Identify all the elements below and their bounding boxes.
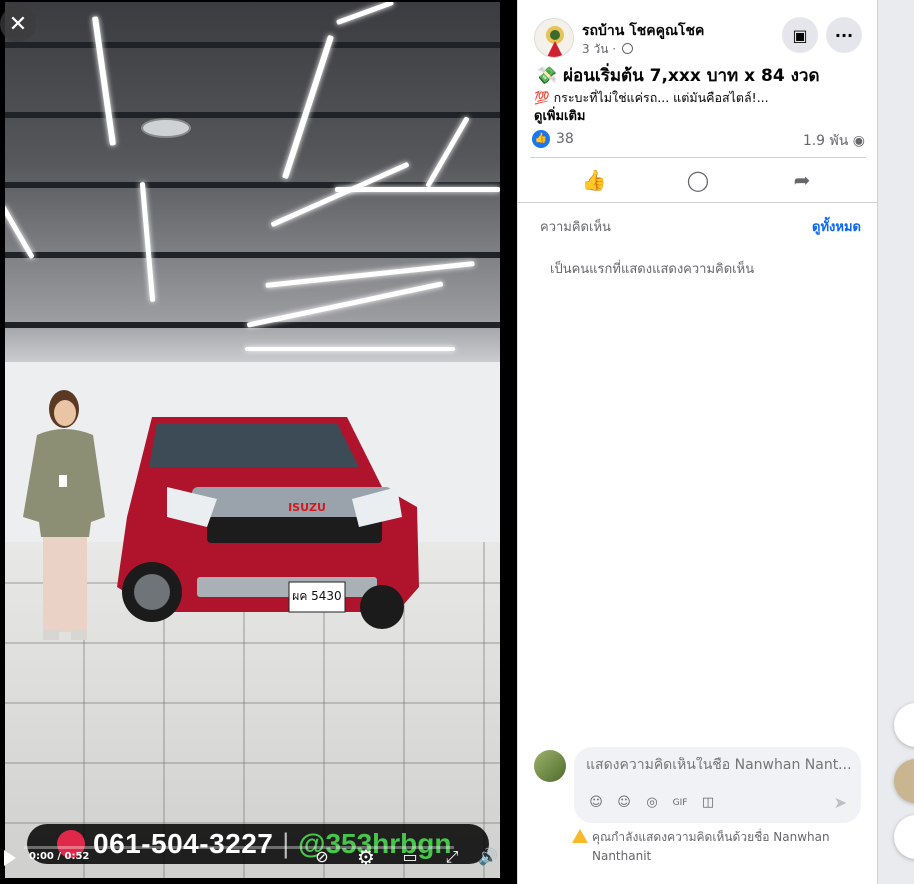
page-avatar[interactable] [534,18,574,58]
send-icon[interactable]: ➤ [834,793,847,812]
eye-icon: ◉ [852,133,865,149]
ceiling-light [425,116,470,188]
identity-warning: คุณกำลังแสดงความคิดเห็นด้วยชื่อ Nanwhan … [592,830,830,863]
save-post-button[interactable]: ▣ [782,17,818,53]
view-count-text: 1.9 พัน [802,133,849,149]
ceiling-light [139,182,156,302]
side-strip [877,0,914,884]
sticker-icon[interactable]: ◫ [698,793,718,813]
thumbs-up-icon: 👍 [581,168,607,192]
settings-gear-icon[interactable]: ⚙ [356,847,376,867]
video-controls: 0:00 / 0:52 ⊘ ⚙ ▭ ⤢ 🔊 [0,846,500,872]
fullscreen-icon[interactable]: ⤢ [442,847,462,867]
comment-composer[interactable]: ☺ ☺ ◎ GIF ◫ ➤ [574,747,861,823]
video-column: ผค 5430 ISUZU 061-504-3227 | @353hrbgn ✕… [0,0,517,884]
camera-icon[interactable]: ◎ [642,793,662,813]
ceiling-beam [5,112,500,118]
warning-icon [572,829,588,843]
side-button[interactable] [894,815,914,859]
bookmark-icon: ▣ [792,25,808,45]
close-icon[interactable]: ✕ [0,6,36,42]
video-time: 0:00 / 0:52 [29,851,90,862]
user-avatar[interactable] [534,750,566,782]
post-time: 3 วัน · [582,40,633,59]
side-thumbnail[interactable] [894,759,914,803]
emoji-icon[interactable]: ☺ [614,793,634,813]
headline-text: ผ่อนเริ่มต้น 7,xxx บาท x 84 งวด [563,66,820,86]
gif-icon[interactable]: GIF [670,793,690,813]
avatar-sticker-icon[interactable]: ☺ [586,793,606,813]
red-pickup-truck: ผค 5430 ISUZU [117,417,419,629]
subline-text: กระบะที่ไม่ใช่แค่รถ... แต่มันคือสไตล์!..… [553,90,769,105]
play-icon[interactable] [4,850,16,866]
share-button[interactable]: ➦ [788,166,816,194]
view-count: 1.9 พัน ◉ [803,130,865,152]
ceiling-light [335,187,500,192]
comments-label: ความคิดเห็น [540,220,611,235]
captions-off-icon[interactable]: ⊘ [312,847,332,867]
like-button[interactable]: 👍 [580,166,608,194]
divider [530,157,866,158]
ceiling-beam [5,252,500,258]
see-more-link[interactable]: ดูเพิ่มเติม [534,105,585,126]
more-icon: ··· [834,25,854,45]
ceiling-light [335,2,395,26]
like-count[interactable]: 38 [556,131,574,147]
post-panel: รถบ้าน โชคคูณโชค 3 วัน · ▣ ··· 💸 ผ่อนเริ… [517,0,878,884]
ceiling-beam [5,42,500,48]
miniplayer-icon[interactable]: ▭ [400,847,420,867]
more-options-button[interactable]: ··· [826,17,862,53]
divider [518,202,878,203]
ceiling-light [245,347,455,351]
share-arrow-icon: ➦ [793,168,811,192]
ceiling-light [281,34,335,180]
volume-icon[interactable]: 🔊 [478,847,498,867]
like-reaction-icon[interactable]: 👍 [532,130,550,148]
ceiling-fan [141,118,191,138]
ceiling-light [265,261,475,288]
comment-input[interactable] [586,757,851,773]
brand-badge: ISUZU [288,501,326,514]
globe-icon [621,43,633,54]
video-player[interactable]: ผค 5430 ISUZU 061-504-3227 | @353hrbgn [5,2,500,878]
license-plate-text: ผค 5430 [292,589,341,603]
comment-bubble-icon: ◯ [686,168,710,192]
side-button[interactable] [894,703,914,747]
comment-button[interactable]: ◯ [684,166,712,194]
facebook-video-viewer: ผค 5430 ISUZU 061-504-3227 | @353hrbgn ✕… [0,0,914,884]
ceiling-light [246,281,444,328]
ceiling-light [91,16,117,146]
post-headline: 💸 ผ่อนเริ่มต้น 7,xxx บาท x 84 งวด [536,62,820,89]
no-comments-text: เป็นคนแรกที่แสดงแสดงความคิดเห็น [550,262,755,277]
page-name[interactable]: รถบ้าน โชคคูณโชค [582,20,704,42]
money-emoji-icon: 💸 [536,66,558,86]
post-time-text: 3 วัน · [582,42,617,56]
hundred-emoji-icon: 💯 [534,90,550,105]
progress-bar[interactable] [24,846,454,849]
view-all-comments-link[interactable]: ดูทั้งหมด [812,216,861,237]
ceiling-light [270,161,410,228]
